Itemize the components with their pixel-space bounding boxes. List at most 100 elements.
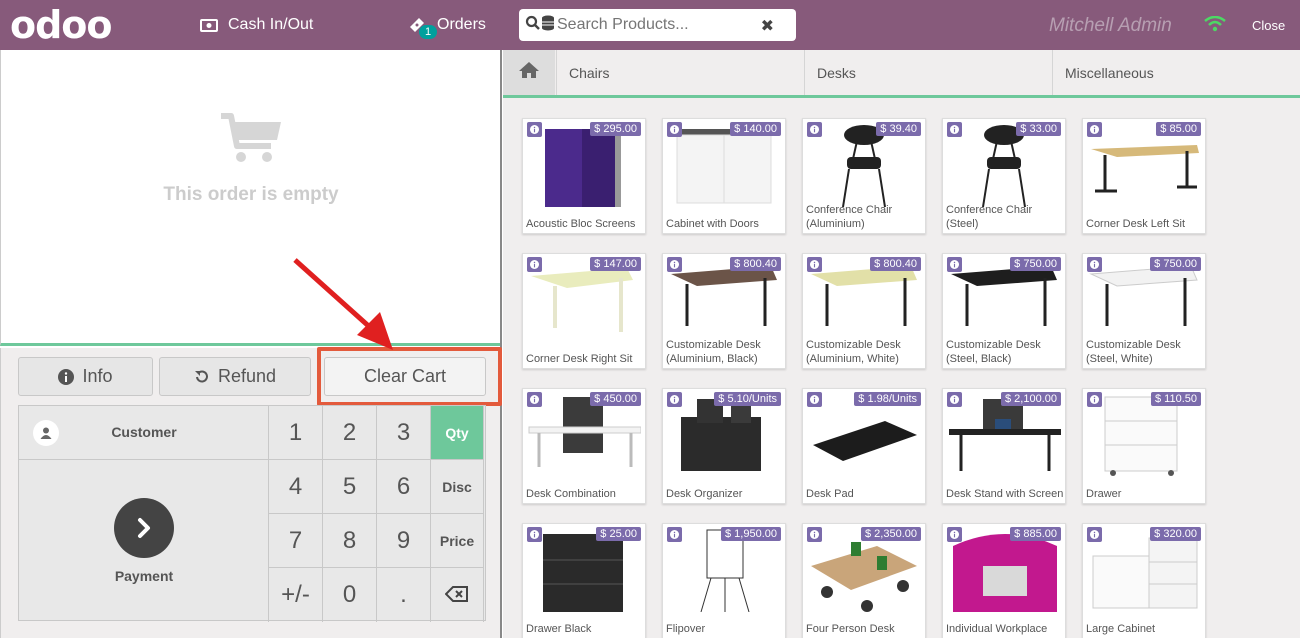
product-info-icon[interactable] [667,122,682,137]
product-card[interactable]: $ 885.00 Individual Workplace [942,523,1066,638]
product-card[interactable]: $ 295.00 Acoustic Bloc Screens [522,118,646,234]
numpad-key-5[interactable]: 5 [323,460,377,514]
payment-button[interactable]: Payment [19,460,269,622]
product-info-icon[interactable] [947,392,962,407]
product-info-icon[interactable] [667,392,682,407]
numpad: Customer Payment 1 2 3 Qty 4 5 6 Disc 7 … [18,405,486,622]
product-info-icon[interactable] [527,392,542,407]
product-card[interactable]: $ 1,950.00 Flipover [662,523,786,638]
payment-label: Payment [114,568,174,584]
clear-search-icon[interactable]: ✖ [761,16,774,36]
qty-mode-button[interactable]: Qty [431,406,484,460]
product-info-icon[interactable] [947,122,962,137]
product-info-icon[interactable] [947,257,962,272]
search-input[interactable] [557,16,757,34]
product-name: Four Person Desk [806,623,895,635]
numpad-key-3[interactable]: 3 [377,406,431,460]
product-info-icon[interactable] [807,257,822,272]
product-price: $ 33.00 [1016,122,1061,136]
home-icon [518,61,540,84]
product-card[interactable]: $ 39.40 Conference Chair (Aluminium) [802,118,926,234]
product-card[interactable]: $ 750.00 Customizable Desk (Steel, Black) [942,253,1066,369]
product-card[interactable]: $ 147.00 Corner Desk Right Sit [522,253,646,369]
product-price: $ 2,350.00 [861,527,921,541]
disc-mode-button[interactable]: Disc [431,460,484,514]
product-price: $ 25.00 [596,527,641,541]
product-price: $ 800.40 [730,257,781,271]
undo-icon [194,369,210,385]
numpad-key-plus-minus[interactable]: +/- [269,568,323,622]
product-card[interactable]: $ 750.00 Customizable Desk (Steel, White) [1082,253,1206,369]
numpad-key-7[interactable]: 7 [269,514,323,568]
product-card[interactable]: $ 800.40 Customizable Desk (Aluminium, Wh… [802,253,926,369]
product-card[interactable]: $ 5.10/Units Desk Organizer [662,388,786,504]
product-card[interactable]: $ 320.00 Large Cabinet [1082,523,1206,638]
cash-in-out-button[interactable]: Cash In/Out [200,0,313,50]
product-card[interactable]: $ 85.00 Corner Desk Left Sit [1082,118,1206,234]
product-info-icon[interactable] [527,122,542,137]
product-grid: $ 295.00 Acoustic Bloc Screens $ 140.00 Cab… [503,98,1300,638]
product-info-icon[interactable] [1087,122,1102,137]
product-price: $ 85.00 [1156,122,1201,136]
product-info-icon[interactable] [667,257,682,272]
money-icon [200,18,218,32]
product-info-icon[interactable] [1087,392,1102,407]
product-name: Customizable Desk (Steel, Black) [946,339,1041,365]
backspace-button[interactable] [431,568,484,622]
numpad-key-decimal[interactable]: . [377,568,431,622]
product-card[interactable]: $ 140.00 Cabinet with Doors [662,118,786,234]
numpad-key-1[interactable]: 1 [269,406,323,460]
numpad-key-0[interactable]: 0 [323,568,377,622]
product-info-icon[interactable] [947,527,962,542]
product-name: Customizable Desk (Aluminium, White) [806,339,901,365]
product-info-icon[interactable] [527,527,542,542]
product-name: Desk Combination [526,488,616,500]
info-button[interactable]: Info [18,357,153,396]
product-price: $ 1.98/Units [854,392,921,406]
product-info-icon[interactable] [807,122,822,137]
wifi-icon [1204,15,1226,37]
refund-button[interactable]: Refund [159,357,311,396]
product-card[interactable]: $ 110.50 Drawer [1082,388,1206,504]
product-name: Desk Organizer [666,488,743,500]
orders-label: Orders [437,16,486,33]
product-card[interactable]: $ 1.98/Units Desk Pad [802,388,926,504]
product-info-icon[interactable] [807,527,822,542]
numpad-key-2[interactable]: 2 [323,406,377,460]
product-name: Acoustic Bloc Screens [526,218,636,230]
numpad-key-9[interactable]: 9 [377,514,431,568]
product-card[interactable]: $ 2,100.00 Desk Stand with Screen [942,388,1066,504]
product-card[interactable]: $ 800.40 Customizable Desk (Aluminium, Bl… [662,253,786,369]
close-button[interactable]: Close [1252,18,1285,33]
category-bar: Chairs Desks Miscellaneous [503,50,1300,98]
product-card[interactable]: $ 450.00 Desk Combination [522,388,646,504]
annotation-arrow-icon [293,258,393,350]
cash-in-out-label: Cash In/Out [228,16,314,33]
empty-order-text: This order is empty [163,184,339,205]
category-miscellaneous[interactable]: Miscellaneous [1052,50,1300,95]
product-card[interactable]: $ 33.00 Conference Chair (Steel) [942,118,1066,234]
product-name: Drawer Black [526,623,592,635]
product-info-icon[interactable] [807,392,822,407]
product-info-icon[interactable] [1087,257,1102,272]
product-info-icon[interactable] [1087,527,1102,542]
product-card[interactable]: $ 25.00 Drawer Black [522,523,646,638]
product-name: Conference Chair (Aluminium) [806,204,893,230]
product-card[interactable]: $ 2,350.00 Four Person Desk [802,523,926,638]
product-name: Conference Chair (Steel) [946,204,1033,230]
customer-button[interactable]: Customer [19,406,269,460]
numpad-key-6[interactable]: 6 [377,460,431,514]
category-chairs[interactable]: Chairs [556,50,804,95]
numpad-key-4[interactable]: 4 [269,460,323,514]
refund-label: Refund [217,366,277,386]
numpad-key-8[interactable]: 8 [323,514,377,568]
product-info-icon[interactable] [667,527,682,542]
user-name: Mitchell Admin [1049,15,1172,36]
price-mode-button[interactable]: Price [431,514,484,568]
product-info-icon[interactable] [527,257,542,272]
top-bar: odoo Cash In/Out 1 Orders ✖ Mitchell Adm… [0,0,1300,50]
product-price: $ 320.00 [1150,527,1201,541]
category-desks[interactable]: Desks [804,50,1052,95]
home-category-button[interactable] [503,50,555,95]
orders-button[interactable]: 1 Orders [407,0,486,50]
